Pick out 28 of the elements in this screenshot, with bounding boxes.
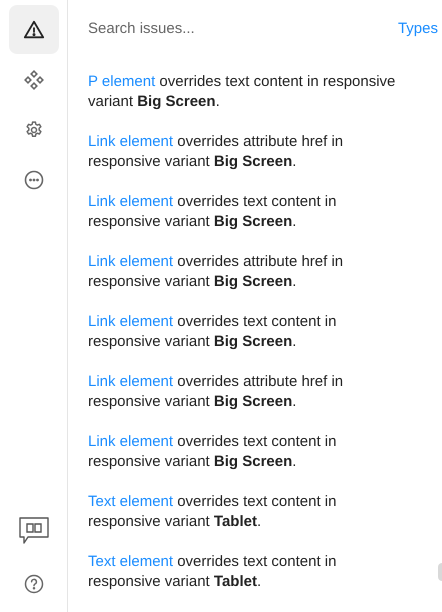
scrollbar-thumb[interactable] [438, 563, 442, 581]
element-link[interactable]: Link element [88, 193, 174, 210]
book-bubble-icon [18, 516, 50, 546]
element-link[interactable]: Text element [88, 553, 174, 570]
issue-message: Text element overrides text content in responsive variant Tablet. [88, 492, 338, 532]
element-link[interactable]: P element [88, 73, 156, 90]
settings-icon [24, 120, 44, 140]
issue-message: Link element overrides attribute href in responsive variant Big Screen. [88, 372, 344, 412]
types-link[interactable]: Types [398, 18, 438, 40]
element-link[interactable]: Text element [88, 493, 174, 510]
issue-message: Link element overrides text content in responsive variant Big Screen. [88, 312, 338, 352]
issue-message: Link element overrides text content in responsive variant Big Screen. [88, 192, 338, 232]
diamonds-icon [24, 70, 44, 90]
element-link[interactable]: Link element [88, 313, 174, 330]
element-link[interactable]: Link element [88, 253, 174, 270]
issue-message: Link element overrides text content in responsive variant Big Screen. [88, 432, 338, 472]
element-link[interactable]: Link element [88, 433, 174, 450]
element-link[interactable]: Link element [88, 373, 174, 390]
issue-message: Link element overrides attribute href in responsive variant Big Screen. [88, 252, 344, 292]
issue-message: P element overrides text content in responsive variant Big Screen. [88, 72, 396, 112]
element-link[interactable]: Link element [88, 133, 174, 150]
search-field[interactable]: Search issues... [88, 18, 288, 40]
sidebar-button[interactable] [8, 5, 58, 54]
warning-icon [22, 18, 44, 40]
issue-message: Link element overrides attribute href in responsive variant Big Screen. [88, 132, 344, 172]
help-icon [24, 574, 44, 594]
issue-message: Text element overrides text content in responsive variant Tablet. [88, 552, 338, 592]
more-icon [24, 170, 44, 190]
